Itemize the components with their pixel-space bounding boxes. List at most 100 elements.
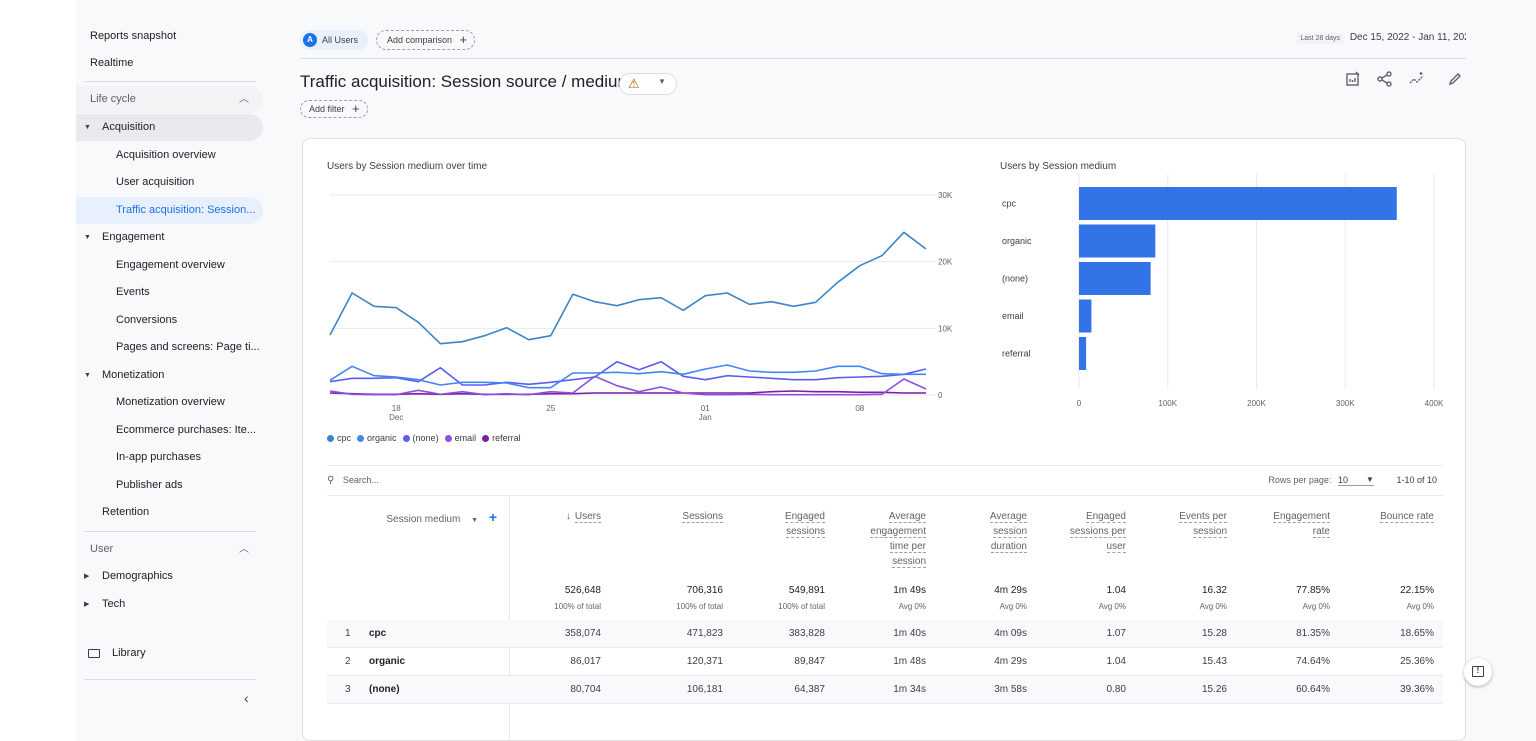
row-number: 3 bbox=[345, 684, 351, 695]
sidebar-item-events[interactable]: Events bbox=[76, 279, 263, 306]
add-filter-button[interactable]: Add filter + bbox=[300, 100, 368, 118]
customize-report-icon[interactable] bbox=[1344, 70, 1362, 88]
table-cell: 1m 40s bbox=[893, 628, 926, 639]
sidebar-item-realtime[interactable]: Realtime bbox=[76, 50, 263, 77]
column-header[interactable]: Average engagement time per session bbox=[834, 509, 926, 569]
line-chart-legend: cpc organic (none) email referral bbox=[327, 433, 521, 443]
column-header[interactable]: Engaged sessions per user bbox=[1034, 509, 1126, 554]
table-cell: 25.36% bbox=[1400, 656, 1434, 667]
data-quality-dropdown[interactable]: ⚠ ▼ bbox=[619, 73, 677, 95]
rows-per-page-select[interactable]: 10 ▼ bbox=[1337, 475, 1374, 486]
table-cell: 80,704 bbox=[570, 684, 601, 695]
column-header[interactable]: ↓ Users bbox=[509, 509, 601, 524]
column-header[interactable]: Events per session bbox=[1135, 509, 1227, 539]
sidebar-item-user-acquisition[interactable]: User acquisition bbox=[76, 169, 263, 196]
table-cell: 358,074 bbox=[564, 628, 601, 639]
table-row[interactable]: 3 (none) 80,704 106,181 64,387 1m 34s 3m 58s 0.… bbox=[327, 676, 1443, 704]
sidebar-group-acquisition[interactable]: ▼ Acquisition bbox=[76, 114, 263, 141]
bar-organic[interactable] bbox=[1079, 224, 1156, 258]
x-tick-label: 0 bbox=[1077, 399, 1082, 408]
sidebar-item-publisher-ads[interactable]: Publisher ads bbox=[76, 472, 263, 499]
column-total: 22.15% bbox=[1400, 585, 1434, 596]
table-row[interactable]: 1 cpc 358,074 471,823 383,828 1m 40s 4m 09s 1.0… bbox=[327, 620, 1443, 648]
sidebar-section-lifecycle[interactable]: Life cycle ︿ bbox=[76, 86, 263, 113]
sidebar-item-reports-snapshot[interactable]: Reports snapshot bbox=[76, 23, 263, 50]
sidebar-group-engagement[interactable]: ▼ Engagement bbox=[76, 224, 263, 251]
legend-item[interactable]: (none) bbox=[402, 433, 439, 443]
add-dimension-icon[interactable]: + bbox=[489, 509, 497, 525]
series-line-organic[interactable] bbox=[329, 364, 926, 389]
sidebar-item-library[interactable]: Library bbox=[76, 640, 263, 667]
legend-dot-icon bbox=[444, 434, 452, 442]
sidebar-item-pages-and-screens[interactable]: Pages and screens: Page ti... bbox=[76, 334, 263, 361]
sidebar-divider bbox=[84, 81, 256, 82]
share-icon[interactable] bbox=[1376, 70, 1394, 88]
column-total: 526,648 bbox=[564, 585, 601, 596]
dimension-header[interactable]: Session medium ▼ + bbox=[327, 509, 497, 525]
library-label: Library bbox=[112, 647, 146, 659]
bar-referral[interactable] bbox=[1079, 337, 1087, 370]
sidebar-section-user[interactable]: User ︿ bbox=[76, 536, 263, 563]
sidebar-item-retention[interactable]: Retention bbox=[76, 499, 263, 526]
bar-email[interactable] bbox=[1079, 299, 1092, 333]
row-number: 1 bbox=[345, 628, 351, 639]
series-line-referral[interactable] bbox=[329, 390, 926, 396]
x-tick-label: 300K bbox=[1336, 399, 1355, 408]
insights-icon[interactable] bbox=[1408, 70, 1426, 88]
collapse-sidebar-icon[interactable]: ‹ bbox=[244, 690, 249, 706]
sidebar-group-demographics[interactable]: ▶ Demographics bbox=[76, 563, 263, 590]
sidebar-item-ecommerce-purchases[interactable]: Ecommerce purchases: Ite... bbox=[76, 417, 263, 444]
column-header[interactable]: Sessions bbox=[631, 509, 723, 524]
column-header-label: sessions per bbox=[1069, 526, 1126, 538]
sidebar-group-monetization[interactable]: ▼ Monetization bbox=[76, 362, 263, 389]
legend-label: cpc bbox=[337, 433, 352, 443]
segment-chip[interactable]: A All Users bbox=[300, 30, 369, 50]
row-number: 2 bbox=[345, 656, 351, 667]
sidebar-item-in-app-purchases[interactable]: In-app purchases bbox=[76, 444, 263, 471]
table-divider bbox=[327, 465, 1443, 466]
legend-dot-icon bbox=[482, 434, 490, 442]
column-total-subtext: 100% of total bbox=[778, 602, 825, 611]
date-preset-label: Last 28 days bbox=[1297, 33, 1344, 44]
sidebar-item-conversions[interactable]: Conversions bbox=[76, 307, 263, 334]
bar-chart: 0 100K 200K 300K 400K cpc organic (none) email re… bbox=[1002, 174, 1444, 408]
add-comparison-button[interactable]: Add comparison + bbox=[376, 30, 476, 50]
column-header-label: rate bbox=[1312, 526, 1330, 538]
feedback-button[interactable]: ! bbox=[1464, 658, 1492, 686]
table-row[interactable]: 2 organic 86,017 120,371 89,847 1m 48s 4m 29s 1… bbox=[327, 648, 1443, 676]
group-label: Monetization bbox=[102, 369, 165, 381]
column-header[interactable]: Bounce rate bbox=[1342, 509, 1434, 524]
legend-item[interactable]: referral bbox=[482, 433, 521, 443]
bar-none[interactable] bbox=[1079, 262, 1151, 295]
sidebar-item-engagement-overview[interactable]: Engagement overview bbox=[76, 252, 263, 279]
legend-item[interactable]: organic bbox=[357, 433, 397, 443]
bar-cpc[interactable] bbox=[1079, 187, 1397, 220]
table-cell: 4m 29s bbox=[994, 656, 1027, 667]
sidebar-item-traffic-acquisition[interactable]: Traffic acquisition: Session... bbox=[76, 197, 263, 224]
edit-pencil-icon[interactable] bbox=[1446, 70, 1464, 88]
column-total-subtext: 100% of total bbox=[554, 602, 601, 611]
column-header[interactable]: Engagement rate bbox=[1238, 509, 1330, 539]
column-header-label: sessions bbox=[786, 526, 825, 538]
category-label: email bbox=[1002, 311, 1024, 321]
search-input[interactable]: Search... bbox=[343, 475, 379, 485]
chevron-up-icon: ︿ bbox=[239, 544, 249, 555]
series-line-cpc[interactable] bbox=[329, 231, 927, 345]
column-header[interactable]: Engaged sessions bbox=[733, 509, 825, 539]
x-tick-label: 400K bbox=[1425, 399, 1444, 408]
column-total: 549,891 bbox=[788, 585, 825, 596]
segment-avatar: A bbox=[303, 33, 317, 47]
table-search[interactable]: ⚲ Search... bbox=[327, 475, 379, 486]
column-header[interactable]: Average session duration bbox=[935, 509, 1027, 554]
date-range-picker[interactable]: Last 28 days Dec 15, 2022 - Jan 11, 2023… bbox=[1297, 32, 1490, 44]
column-header-label: duration bbox=[990, 541, 1027, 553]
add-comparison-label: Add comparison bbox=[387, 35, 453, 45]
sidebar-group-tech[interactable]: ▶ Tech bbox=[76, 591, 263, 618]
sidebar-item-monetization-overview[interactable]: Monetization overview bbox=[76, 389, 263, 416]
table-cell: 471,823 bbox=[686, 628, 723, 639]
legend-item[interactable]: cpc bbox=[327, 433, 351, 443]
table-cell: 3m 58s bbox=[994, 684, 1027, 695]
legend-dot-icon bbox=[357, 434, 365, 442]
legend-item[interactable]: email bbox=[444, 433, 476, 443]
sidebar-item-acquisition-overview[interactable]: Acquisition overview bbox=[76, 142, 263, 169]
